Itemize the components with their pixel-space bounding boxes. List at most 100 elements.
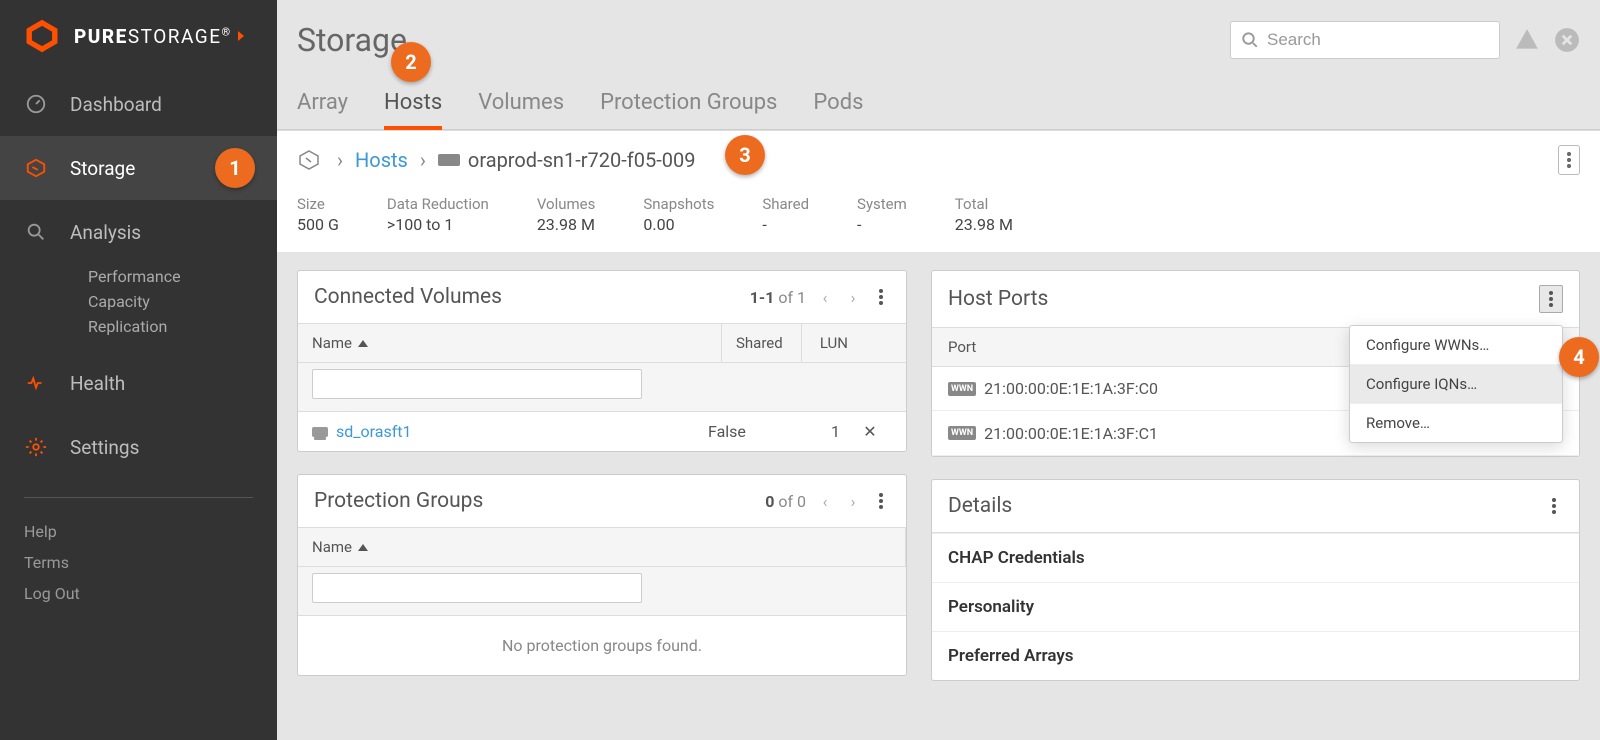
volume-link[interactable]: sd_orasft1 — [312, 422, 708, 441]
panel-title: Connected Volumes — [314, 285, 502, 309]
sort-asc-icon — [358, 544, 368, 551]
search-box[interactable] — [1230, 21, 1500, 59]
breadcrumb-hosts[interactable]: Hosts — [355, 148, 408, 172]
annotation-badge-1: 1 — [215, 148, 255, 188]
stat-value: 23.98 M — [955, 215, 1013, 234]
host-ports-context-menu: Configure WWNs… Configure IQNs… Remove… — [1349, 325, 1563, 443]
col-shared[interactable]: Shared — [722, 324, 802, 362]
col-lun[interactable]: LUN — [802, 324, 862, 362]
cell-lun: 1 — [788, 422, 848, 441]
panel-title: Details — [948, 494, 1012, 518]
page-indicator: 1-1 of 1 — [750, 288, 806, 307]
protection-groups-panel: Protection Groups 0 of 0 ‹ › Name No pro… — [297, 474, 907, 676]
storage-icon — [24, 156, 48, 180]
table-row: sd_orasft1 False 1 ✕ — [298, 412, 906, 451]
stat-label: Data Reduction — [387, 195, 489, 213]
footer-help[interactable]: Help — [0, 516, 277, 547]
details-panel: Details CHAP Credentials Personality Pre… — [931, 479, 1580, 681]
connected-volumes-panel: Connected Volumes 1-1 of 1 ‹ › Name Shar… — [297, 270, 907, 452]
stat-value: 0.00 — [643, 215, 714, 234]
gear-icon — [24, 435, 48, 459]
close-icon[interactable] — [1554, 27, 1580, 53]
collapse-caret-icon[interactable] — [238, 31, 244, 41]
stat-label: Snapshots — [643, 195, 714, 213]
sidebar-item-label: Settings — [70, 436, 139, 459]
analysis-icon — [24, 220, 48, 244]
tab-array[interactable]: Array — [297, 80, 348, 129]
breadcrumb-current: oraprod-sn1-r720-f05-009 — [468, 148, 696, 172]
sidebar-item-label: Storage — [70, 157, 135, 180]
sidebar-sub-performance[interactable]: Performance — [0, 264, 277, 289]
tab-hosts[interactable]: Hosts — [384, 80, 442, 129]
health-icon — [24, 371, 48, 395]
ctx-remove[interactable]: Remove… — [1350, 403, 1562, 442]
breadcrumb: › Hosts › oraprod-sn1-r720-f05-009 3 — [277, 131, 1600, 189]
tab-pods[interactable]: Pods — [813, 80, 863, 129]
prev-page[interactable]: ‹ — [816, 288, 834, 306]
stat-label: Size — [297, 195, 339, 213]
breadcrumb-menu[interactable] — [1558, 145, 1580, 175]
next-page[interactable]: › — [844, 492, 862, 510]
sidebar-item-analysis[interactable]: Analysis — [0, 200, 277, 264]
prev-page[interactable]: ‹ — [816, 492, 834, 510]
ctx-configure-iqns[interactable]: Configure IQNs… — [1350, 364, 1562, 403]
next-page[interactable]: › — [844, 288, 862, 306]
panel-title: Protection Groups — [314, 489, 483, 513]
sidebar-item-label: Health — [70, 372, 125, 395]
host-icon — [438, 154, 460, 166]
details-personality[interactable]: Personality — [932, 582, 1579, 631]
sidebar-sub-replication[interactable]: Replication — [0, 314, 277, 339]
footer-terms[interactable]: Terms — [0, 547, 277, 578]
panel-title: Host Ports — [948, 287, 1048, 311]
annotation-badge-3: 3 — [725, 135, 765, 175]
tab-volumes[interactable]: Volumes — [478, 80, 564, 129]
search-icon — [1241, 31, 1259, 49]
details-chap[interactable]: CHAP Credentials — [932, 533, 1579, 582]
sidebar-item-label: Dashboard — [70, 93, 162, 116]
ctx-configure-wwns[interactable]: Configure WWNs… — [1350, 326, 1562, 364]
stat-value: - — [762, 215, 809, 234]
details-preferred-arrays[interactable]: Preferred Arrays — [932, 631, 1579, 680]
stats-bar: Size500 G Data Reduction>100 to 1 Volume… — [277, 189, 1600, 252]
port-value: 21:00:00:0E:1E:1A:3F:C1 — [984, 424, 1158, 443]
sidebar-item-dashboard[interactable]: Dashboard — [0, 72, 277, 136]
annotation-badge-4: 4 — [1559, 337, 1599, 377]
panels-area: Connected Volumes 1-1 of 1 ‹ › Name Shar… — [277, 252, 1600, 699]
stat-label: Total — [955, 195, 1013, 213]
stat-label: Volumes — [537, 195, 596, 213]
volume-icon — [312, 427, 328, 437]
array-icon[interactable] — [297, 148, 321, 172]
stat-value: 23.98 M — [537, 215, 596, 234]
panel-menu[interactable] — [1545, 494, 1563, 518]
tab-protection-groups[interactable]: Protection Groups — [600, 80, 777, 129]
sidebar-sub-capacity[interactable]: Capacity — [0, 289, 277, 314]
stat-value: - — [857, 215, 907, 234]
sidebar-item-label: Analysis — [70, 221, 141, 244]
sidebar-item-settings[interactable]: Settings — [0, 415, 277, 479]
host-ports-panel: Host Ports Port WWN 21:00:00:0E:1E:1A:3F… — [931, 270, 1580, 457]
stat-value: 500 G — [297, 215, 339, 234]
sidebar-divider — [24, 497, 253, 498]
page-indicator: 0 of 0 — [765, 492, 806, 511]
pg-filter-input[interactable] — [312, 573, 642, 603]
footer-logout[interactable]: Log Out — [0, 578, 277, 609]
col-name[interactable]: Name — [298, 324, 722, 362]
sidebar: PURESTORAGE® Dashboard Storage 1 Analysi… — [0, 0, 277, 740]
volume-filter-input[interactable] — [312, 369, 642, 399]
row-remove[interactable]: ✕ — [848, 422, 892, 441]
alert-icon[interactable] — [1514, 27, 1540, 53]
panel-menu[interactable] — [872, 285, 890, 309]
host-ports-menu[interactable] — [1539, 285, 1563, 313]
port-value: 21:00:00:0E:1E:1A:3F:C0 — [984, 379, 1158, 398]
col-name[interactable]: Name — [298, 528, 906, 566]
page-title: Storage — [297, 21, 407, 59]
wwn-badge-icon: WWN — [948, 426, 976, 440]
annotation-badge-2: 2 — [391, 42, 431, 82]
sidebar-item-storage[interactable]: Storage 1 — [0, 136, 277, 200]
panel-menu[interactable] — [872, 489, 890, 513]
search-input[interactable] — [1267, 30, 1489, 50]
wwn-badge-icon: WWN — [948, 382, 976, 396]
empty-message: No protection groups found. — [298, 616, 906, 675]
brand-text: PURESTORAGE® — [74, 25, 232, 48]
sidebar-item-health[interactable]: Health — [0, 351, 277, 415]
